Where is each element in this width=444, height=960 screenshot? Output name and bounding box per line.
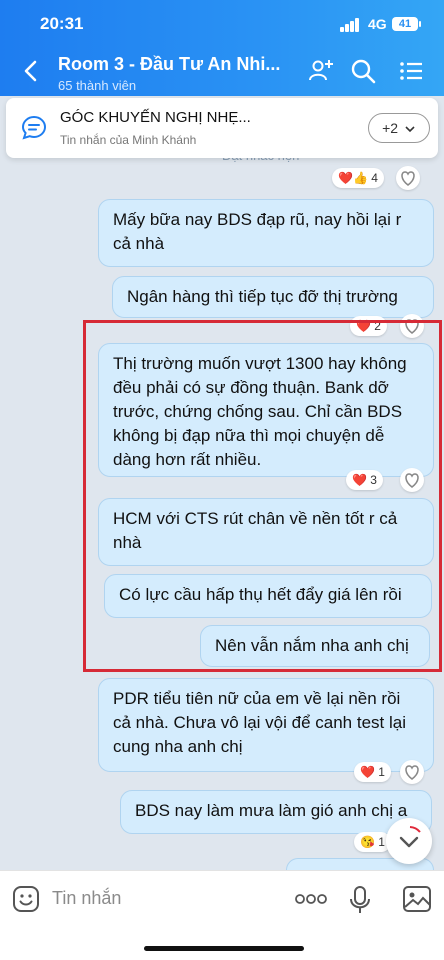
message-bubble[interactable]: Ngân hàng thì tiếp tục đỡ thị trường <box>112 276 434 318</box>
like-button[interactable] <box>396 166 420 190</box>
chat-header: 20:31 4G 41 Room 3 - Đầu Tư An Nhi... 65… <box>0 0 444 96</box>
menu-button[interactable] <box>398 58 424 84</box>
chevron-down-icon <box>399 826 421 848</box>
message-text: Ngân hàng thì tiếp tục đỡ thị trường <box>127 287 398 306</box>
reaction-badge[interactable]: ❤️ 1 <box>354 762 391 782</box>
like-button[interactable] <box>400 760 424 784</box>
add-member-button[interactable] <box>308 58 334 84</box>
message-bubble[interactable]: PDR tiểu tiên nữ của em về lại nền rồi c… <box>98 678 434 772</box>
battery-icon: 41 <box>392 17 421 31</box>
network-label: 4G <box>368 16 387 32</box>
status-time: 20:31 <box>40 14 84 33</box>
reaction-badge[interactable]: ❤️👍 4 <box>332 168 384 188</box>
add-user-icon <box>309 60 333 81</box>
scroll-down-button[interactable] <box>386 818 432 864</box>
member-count: 65 thành viên <box>58 78 137 93</box>
chat-bubble-icon <box>21 115 47 140</box>
pinned-count: +2 <box>382 120 399 136</box>
more-options-icon[interactable] <box>294 889 328 909</box>
message-text: BDS nay làm mưa làm gió anh chị a <box>135 801 408 820</box>
pinned-message[interactable]: GÓC KHUYẾN NGHỊ NHẸ... Tin nhắn của Minh… <box>6 98 438 158</box>
back-button[interactable] <box>20 56 42 86</box>
pinned-sender: Tin nhắn của Minh Khánh <box>60 133 197 147</box>
pinned-expand-button[interactable]: +2 <box>368 113 430 143</box>
list-menu-icon <box>400 62 422 80</box>
image-icon[interactable] <box>402 885 432 913</box>
group-title[interactable]: Room 3 - Đầu Tư An Nhi... <box>58 54 280 75</box>
pinned-title: GÓC KHUYẾN NGHỊ NHẸ... <box>60 109 251 126</box>
heart-outline-icon <box>405 765 419 780</box>
message-text: Mấy bữa nay BDS đạp rũ, nay hồi lại r cả… <box>113 210 402 253</box>
search-button[interactable] <box>350 58 376 84</box>
status-bar: 20:31 4G 41 <box>0 14 444 36</box>
home-indicator[interactable] <box>144 946 304 951</box>
chevron-down-icon <box>405 126 415 133</box>
message-text: PDR tiểu tiên nữ của em về lại nền rồi c… <box>113 689 406 756</box>
message-input[interactable]: Tin nhắn <box>52 888 121 909</box>
signal-icon <box>340 18 360 32</box>
search-icon <box>351 59 376 84</box>
heart-outline-icon <box>401 171 415 186</box>
microphone-icon[interactable] <box>348 885 372 915</box>
message-bubble[interactable]: Mấy bữa nay BDS đạp rũ, nay hồi lại r cả… <box>98 199 434 267</box>
message-list[interactable]: Đặt nhắc hẹn ❤️👍 4 Mấy bữa nay BDS đạp r… <box>0 148 444 888</box>
emoji-icon[interactable] <box>12 885 40 913</box>
highlight-frame <box>83 320 442 672</box>
chevron-left-icon <box>24 60 37 82</box>
